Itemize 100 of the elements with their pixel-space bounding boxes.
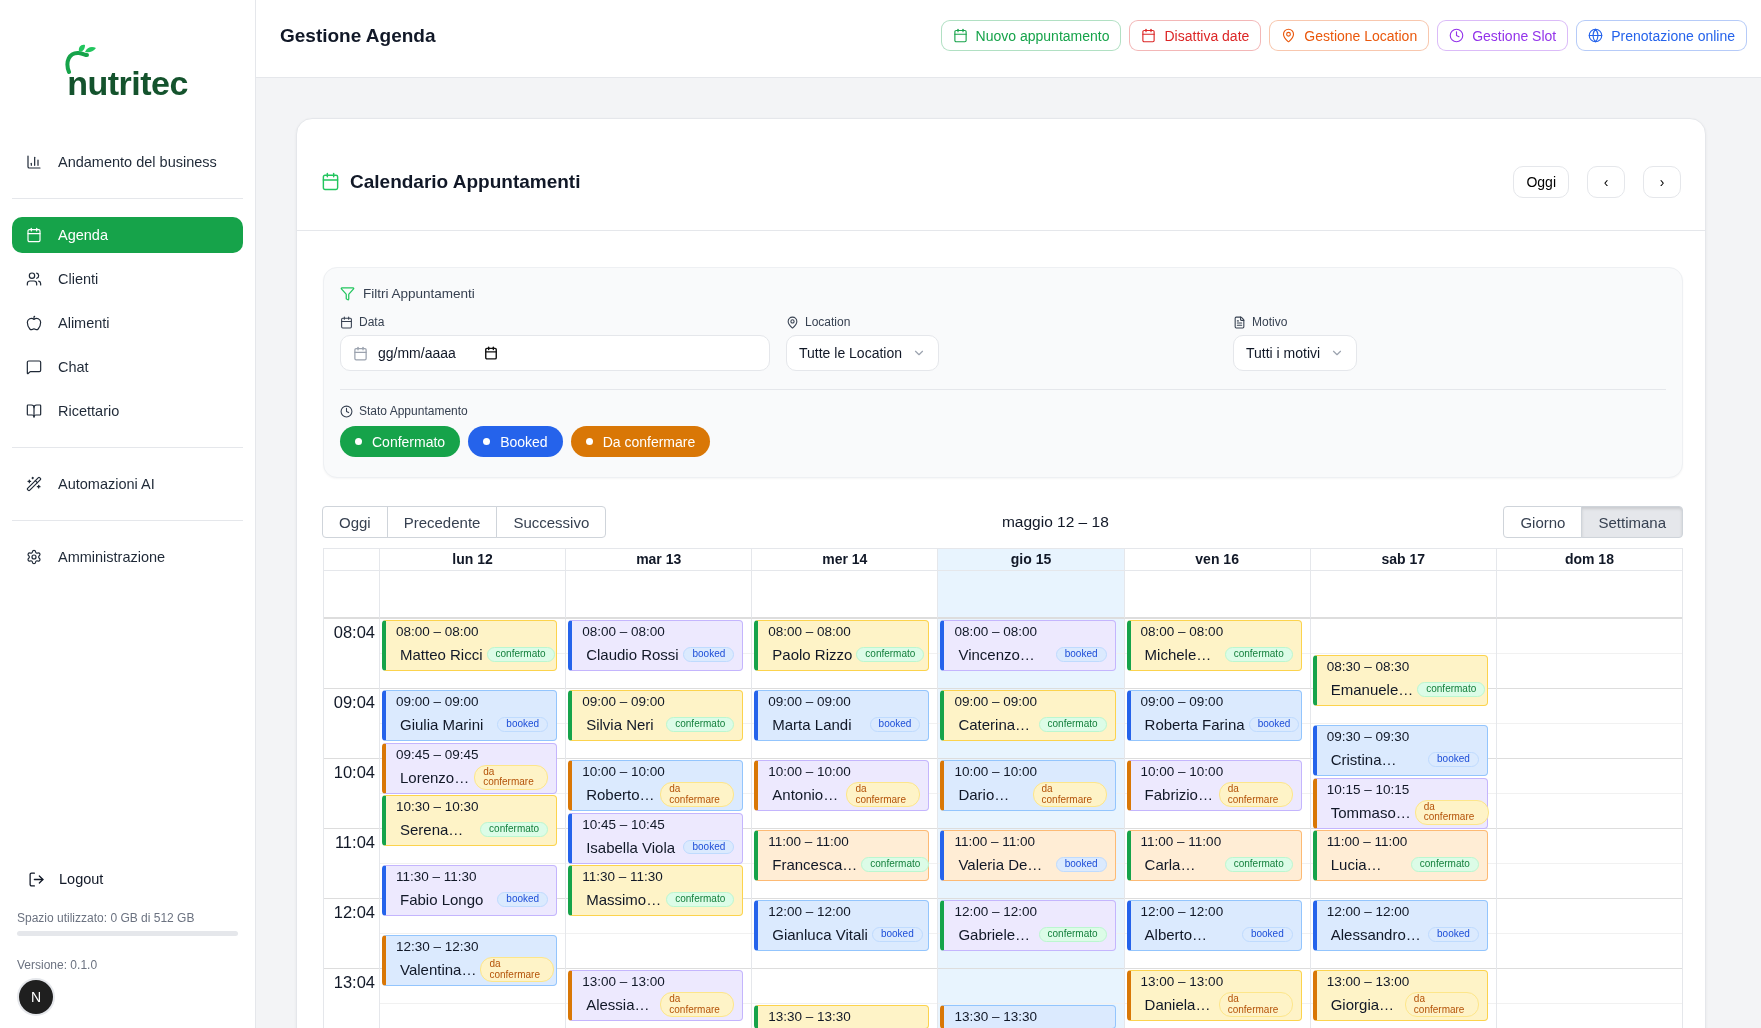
client-name: Matteo Ricci: [400, 646, 483, 663]
appointment-card[interactable]: 11:30 – 11:30 Massimo… confermato: [568, 865, 744, 916]
field-label: Stato Appuntamento: [359, 404, 468, 418]
hour-label: 10:04: [333, 763, 375, 781]
header-action-button[interactable]: Gestione Slot: [1437, 20, 1569, 51]
appointment-card[interactable]: 12:00 – 12:00 Gianluca Vitali booked: [754, 900, 930, 951]
appointment-time: 13:30 – 13:30: [954, 1009, 1038, 1025]
header-action-button[interactable]: Disattiva date: [1129, 20, 1262, 51]
appointment-card[interactable]: 09:00 – 09:00 Silvia Neri confermato: [568, 690, 744, 741]
appointment-card[interactable]: 08:00 – 08:00 Matteo Ricci confermato: [382, 620, 558, 671]
calendar-nav-button[interactable]: Oggi: [322, 506, 388, 538]
date-field[interactable]: gg/mm/aaaa: [340, 335, 770, 371]
view-toggle-button[interactable]: Settimana: [1581, 506, 1683, 538]
client-name: Alberto…: [1144, 926, 1208, 943]
appointment-card[interactable]: 09:30 – 09:30 Cristina… booked: [1312, 725, 1488, 776]
previous-button[interactable]: ‹: [1587, 165, 1625, 198]
nav-item[interactable]: Amministrazione: [12, 539, 243, 575]
appointment-time: 10:00 – 10:00: [582, 764, 666, 780]
appointment-card[interactable]: 13:00 – 13:00 Daniela… da confermare: [1126, 970, 1302, 1021]
next-button[interactable]: ›: [1643, 165, 1681, 198]
nav-item[interactable]: Andamento del business: [12, 144, 243, 180]
status-badge: da confermare: [480, 957, 555, 982]
appointment-card[interactable]: 08:30 – 08:30 Emanuele… confermato: [1312, 655, 1488, 706]
nav-item[interactable]: Alimenti: [12, 305, 243, 341]
appointment-card[interactable]: 11:00 – 11:00 Carla… confermato: [1126, 830, 1302, 881]
appointment-card[interactable]: 08:00 – 08:00 Paolo Rizzo confermato: [754, 620, 930, 671]
view-toggle-button[interactable]: Giorno: [1503, 506, 1583, 538]
appointment-card[interactable]: 13:00 – 13:00 Giorgia… da confermare: [1312, 970, 1488, 1021]
day-header: dom 18: [1495, 549, 1682, 571]
appointment-card[interactable]: 13:30 – 13:30: [754, 1005, 930, 1028]
action-icon: [1588, 28, 1604, 43]
appointment-card[interactable]: 10:30 – 10:30 Serena… confermato: [382, 795, 558, 846]
logout-link[interactable]: Logout: [12, 861, 243, 897]
status-badge: da confermare: [660, 782, 735, 807]
header-action-button[interactable]: Gestione Location: [1269, 20, 1430, 51]
action-icon: [952, 28, 968, 43]
appointment-time: 13:30 – 13:30: [768, 1009, 852, 1025]
appointment-card[interactable]: 11:00 – 11:00 Valeria De… booked: [940, 830, 1116, 881]
status-filter-chip[interactable]: Booked: [468, 426, 563, 457]
appointment-card[interactable]: 09:00 – 09:00 Giulia Marini booked: [382, 690, 558, 741]
date-input[interactable]: gg/mm/aaaa: [376, 344, 476, 362]
appointment-card[interactable]: 09:45 – 09:45 Lorenzo… da confermare: [382, 742, 558, 794]
calendar-nav-button[interactable]: Precedente: [386, 506, 498, 538]
field-label: Motivo: [1252, 315, 1288, 329]
appointment-time: 11:00 – 11:00: [954, 834, 1036, 850]
appointment-card[interactable]: 09:00 – 09:00 Marta Landi booked: [754, 690, 930, 741]
appointment-time: 12:00 – 12:00: [768, 904, 852, 920]
appointment-card[interactable]: 10:00 – 10:00 Dario… da confermare: [940, 760, 1116, 811]
appointment-card[interactable]: 13:00 – 13:00 Alessia… da confermare: [568, 970, 744, 1021]
calendar-icon: [321, 172, 340, 191]
status-badge: booked: [1055, 857, 1107, 872]
appointment-card[interactable]: 09:00 – 09:00 Roberta Farina booked: [1126, 690, 1302, 741]
action-icon: [1281, 28, 1297, 43]
appointment-card[interactable]: 13:30 – 13:30: [940, 1005, 1116, 1028]
client-name: Lucia…: [1330, 856, 1382, 873]
appointment-time: 08:00 – 08:00: [768, 624, 852, 640]
reason-select[interactable]: Tutti i motivi: [1233, 335, 1358, 371]
today-button[interactable]: Oggi: [1513, 165, 1569, 198]
status-badge: confermato: [1038, 927, 1107, 942]
appointment-card[interactable]: 08:00 – 08:00 Claudio Rossi booked: [568, 620, 744, 671]
appointment-card[interactable]: 10:00 – 10:00 Roberto… da confermare: [568, 760, 744, 811]
calendar-nav-button[interactable]: Successivo: [496, 506, 607, 538]
appointment-card[interactable]: 10:45 – 10:45 Isabella Viola booked: [568, 812, 744, 864]
appointment-card[interactable]: 12:00 – 12:00 Alessandro… booked: [1312, 900, 1488, 951]
day-header: gio 15: [937, 549, 1124, 571]
nav-item[interactable]: Chat: [12, 349, 243, 385]
day-header: mar 13: [565, 549, 752, 571]
nav-item[interactable]: Clienti: [12, 261, 243, 297]
appointment-time: 13:00 – 13:00: [1140, 974, 1225, 990]
appointment-card[interactable]: 08:00 – 08:00 Vincenzo… booked: [940, 620, 1116, 671]
appointment-card[interactable]: 12:00 – 12:00 Alberto… booked: [1126, 900, 1302, 951]
status-badge: da confermare: [474, 764, 549, 790]
appointment-time: 11:30 – 11:30: [396, 869, 478, 885]
appointment-card[interactable]: 12:30 – 12:30 Valentina… da confermare: [382, 935, 558, 986]
nav-icon: [26, 359, 42, 375]
appointment-time: 09:00 – 09:00: [396, 694, 480, 710]
appointment-card[interactable]: 12:00 – 12:00 Gabriele… confermato: [940, 900, 1116, 951]
nav-item[interactable]: Ricettario: [12, 393, 243, 429]
client-name: Francesca…: [772, 856, 858, 873]
client-name: Michele…: [1144, 646, 1212, 663]
appointment-card[interactable]: 11:30 – 11:30 Fabio Longo booked: [382, 865, 558, 916]
appointment-card[interactable]: 08:00 – 08:00 Michele… confermato: [1126, 620, 1302, 671]
filter-icon: [340, 286, 355, 301]
header-action-button[interactable]: Prenotazione online: [1576, 20, 1747, 51]
location-select[interactable]: Tutte le Location: [786, 335, 939, 371]
appointment-card[interactable]: 11:00 – 11:00 Lucia… confermato: [1312, 830, 1488, 881]
appointment-time: 11:00 – 11:00: [1140, 834, 1223, 850]
appointment-card[interactable]: 11:00 – 11:00 Francesca… confermato: [754, 830, 930, 881]
dev-badge[interactable]: N: [19, 980, 53, 1014]
status-badge: confermato: [666, 892, 735, 907]
status-badge: booked: [497, 717, 549, 732]
status-badge: da confermare: [1218, 992, 1293, 1017]
client-name: Emanuele…: [1330, 681, 1414, 698]
appointment-time: 12:00 – 12:00: [1326, 904, 1411, 920]
appointment-card[interactable]: 10:00 – 10:00 Fabrizio… da confermare: [1126, 760, 1302, 811]
appointment-card[interactable]: 10:15 – 10:15 Tommaso… da confermare: [1312, 777, 1488, 829]
appointment-card[interactable]: 09:00 – 09:00 Caterina… confermato: [940, 690, 1116, 741]
appointment-time: 13:00 – 13:00: [582, 974, 666, 990]
appointment-card[interactable]: 10:00 – 10:00 Antonio… da confermare: [754, 760, 930, 811]
nav-item[interactable]: Automazioni AI: [12, 466, 243, 502]
